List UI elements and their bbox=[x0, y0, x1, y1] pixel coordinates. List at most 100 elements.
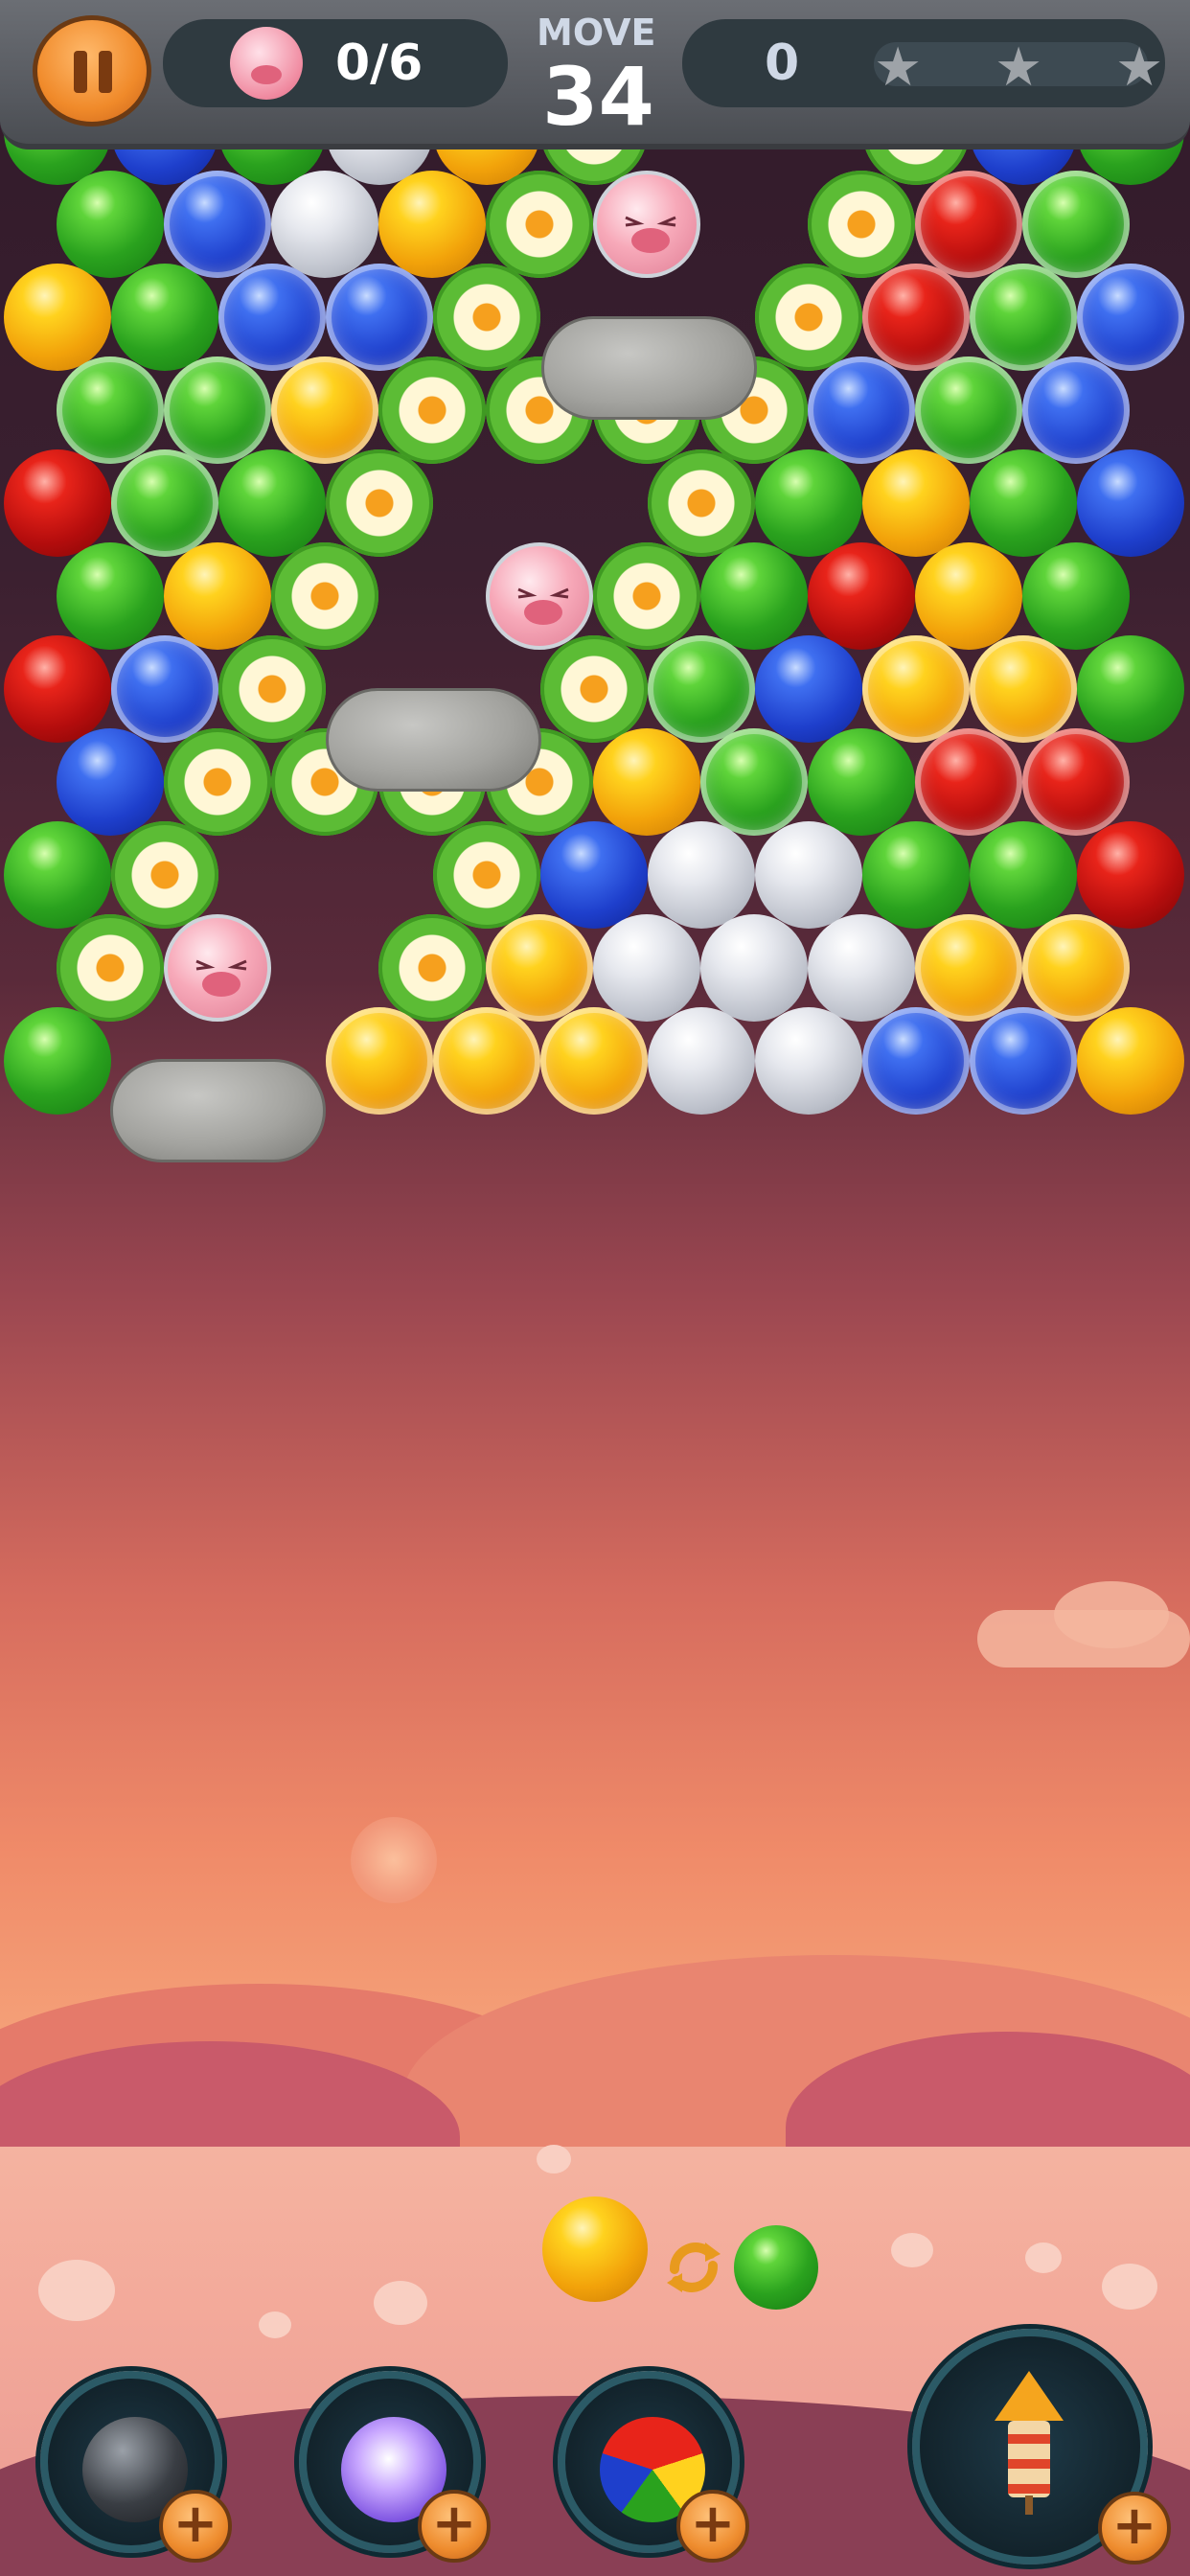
game-stage[interactable]: 0/6 MOVE 34 0 ★ ★ ★ + + + + bbox=[0, 0, 1190, 2576]
yellow-bubble bbox=[271, 356, 378, 464]
red-bubble bbox=[862, 264, 970, 371]
red-bubble bbox=[4, 635, 111, 743]
pig-bubble bbox=[593, 171, 700, 278]
next-bubble bbox=[734, 2225, 818, 2310]
blue-bubble bbox=[164, 171, 271, 278]
yellow-bubble bbox=[164, 542, 271, 650]
yellow-bubble bbox=[326, 1007, 433, 1115]
green-bubble bbox=[4, 821, 111, 929]
ground-flower bbox=[38, 2260, 115, 2321]
rock-obstacle bbox=[110, 1059, 326, 1162]
red-bubble bbox=[915, 728, 1022, 836]
green-bubble bbox=[57, 542, 164, 650]
flower-bubble bbox=[378, 356, 486, 464]
flower-bubble bbox=[57, 914, 164, 1022]
ground-flower bbox=[891, 2233, 933, 2267]
yellow-bubble bbox=[593, 728, 700, 836]
green-bubble bbox=[808, 728, 915, 836]
yellow-bubble bbox=[1077, 1007, 1184, 1115]
blue-bubble bbox=[1077, 264, 1184, 371]
add-bomb-button[interactable]: + bbox=[159, 2490, 232, 2563]
red-bubble bbox=[1077, 821, 1184, 929]
flower-bubble bbox=[755, 264, 862, 371]
blue-bubble bbox=[970, 1007, 1077, 1115]
green-bubble bbox=[4, 1007, 111, 1115]
green-bubble bbox=[1022, 542, 1130, 650]
pause-icon bbox=[74, 51, 87, 93]
hud-bar: 0/6 MOVE 34 0 ★ ★ ★ bbox=[0, 0, 1190, 150]
move-label: MOVE bbox=[537, 12, 656, 54]
green-bubble bbox=[218, 449, 326, 557]
current-bubble[interactable] bbox=[542, 2196, 648, 2302]
add-rocket-button[interactable]: + bbox=[1098, 2492, 1171, 2564]
ground-flower bbox=[1102, 2264, 1157, 2310]
swap-icon[interactable] bbox=[657, 2231, 730, 2304]
silver-bubble bbox=[808, 914, 915, 1022]
silver-bubble bbox=[648, 821, 755, 929]
green-bubble bbox=[111, 264, 218, 371]
yellow-bubble bbox=[486, 914, 593, 1022]
blue-bubble bbox=[1077, 449, 1184, 557]
green-bubble bbox=[970, 821, 1077, 929]
yellow-bubble bbox=[4, 264, 111, 371]
yellow-bubble bbox=[378, 171, 486, 278]
rock-obstacle bbox=[541, 316, 757, 420]
green-bubble bbox=[111, 449, 218, 557]
pig-bubble bbox=[164, 914, 271, 1022]
ground-flower bbox=[1025, 2242, 1062, 2273]
red-bubble bbox=[4, 449, 111, 557]
green-bubble bbox=[57, 356, 164, 464]
yellow-bubble bbox=[915, 542, 1022, 650]
red-bubble bbox=[808, 542, 915, 650]
pig-counter: 0/6 bbox=[335, 34, 423, 92]
flower-bubble bbox=[271, 542, 378, 650]
flower-bubble bbox=[111, 821, 218, 929]
green-bubble bbox=[970, 264, 1077, 371]
blue-bubble bbox=[111, 635, 218, 743]
green-bubble bbox=[915, 356, 1022, 464]
score-value: 0 bbox=[765, 34, 800, 92]
rocket-icon bbox=[995, 2371, 1064, 2515]
green-bubble bbox=[648, 635, 755, 743]
star-icon: ★ bbox=[1115, 36, 1164, 99]
yellow-bubble bbox=[433, 1007, 540, 1115]
sun bbox=[351, 1817, 437, 1903]
green-bubble bbox=[57, 171, 164, 278]
star-icon: ★ bbox=[995, 36, 1043, 99]
yellow-bubble bbox=[970, 635, 1077, 743]
flower-bubble bbox=[433, 821, 540, 929]
yellow-bubble bbox=[915, 914, 1022, 1022]
green-bubble bbox=[700, 542, 808, 650]
flower-bubble bbox=[593, 542, 700, 650]
green-bubble bbox=[1077, 635, 1184, 743]
silver-bubble bbox=[593, 914, 700, 1022]
bubble-board[interactable] bbox=[0, 0, 1190, 1179]
flower-bubble bbox=[808, 171, 915, 278]
yellow-bubble bbox=[1022, 914, 1130, 1022]
pig-icon bbox=[230, 27, 303, 100]
blue-bubble bbox=[755, 635, 862, 743]
ground-flower bbox=[537, 2145, 571, 2174]
red-bubble bbox=[1022, 728, 1130, 836]
ground-flower bbox=[374, 2281, 427, 2325]
score-panel: 0 ★ ★ ★ bbox=[682, 19, 1165, 107]
silver-bubble bbox=[755, 1007, 862, 1115]
add-lightning-button[interactable]: + bbox=[418, 2490, 491, 2563]
flower-bubble bbox=[486, 171, 593, 278]
flower-bubble bbox=[218, 635, 326, 743]
star-icon: ★ bbox=[874, 36, 923, 99]
pause-button[interactable] bbox=[33, 15, 151, 126]
ground-flower bbox=[259, 2312, 291, 2338]
blue-bubble bbox=[218, 264, 326, 371]
green-bubble bbox=[700, 728, 808, 836]
green-bubble bbox=[970, 449, 1077, 557]
silver-bubble bbox=[271, 171, 378, 278]
flower-bubble bbox=[164, 728, 271, 836]
add-rainbow-button[interactable]: + bbox=[676, 2490, 749, 2563]
flower-bubble bbox=[378, 914, 486, 1022]
silver-bubble bbox=[648, 1007, 755, 1115]
flower-bubble bbox=[540, 635, 648, 743]
flower-bubble bbox=[648, 449, 755, 557]
blue-bubble bbox=[326, 264, 433, 371]
red-bubble bbox=[915, 171, 1022, 278]
